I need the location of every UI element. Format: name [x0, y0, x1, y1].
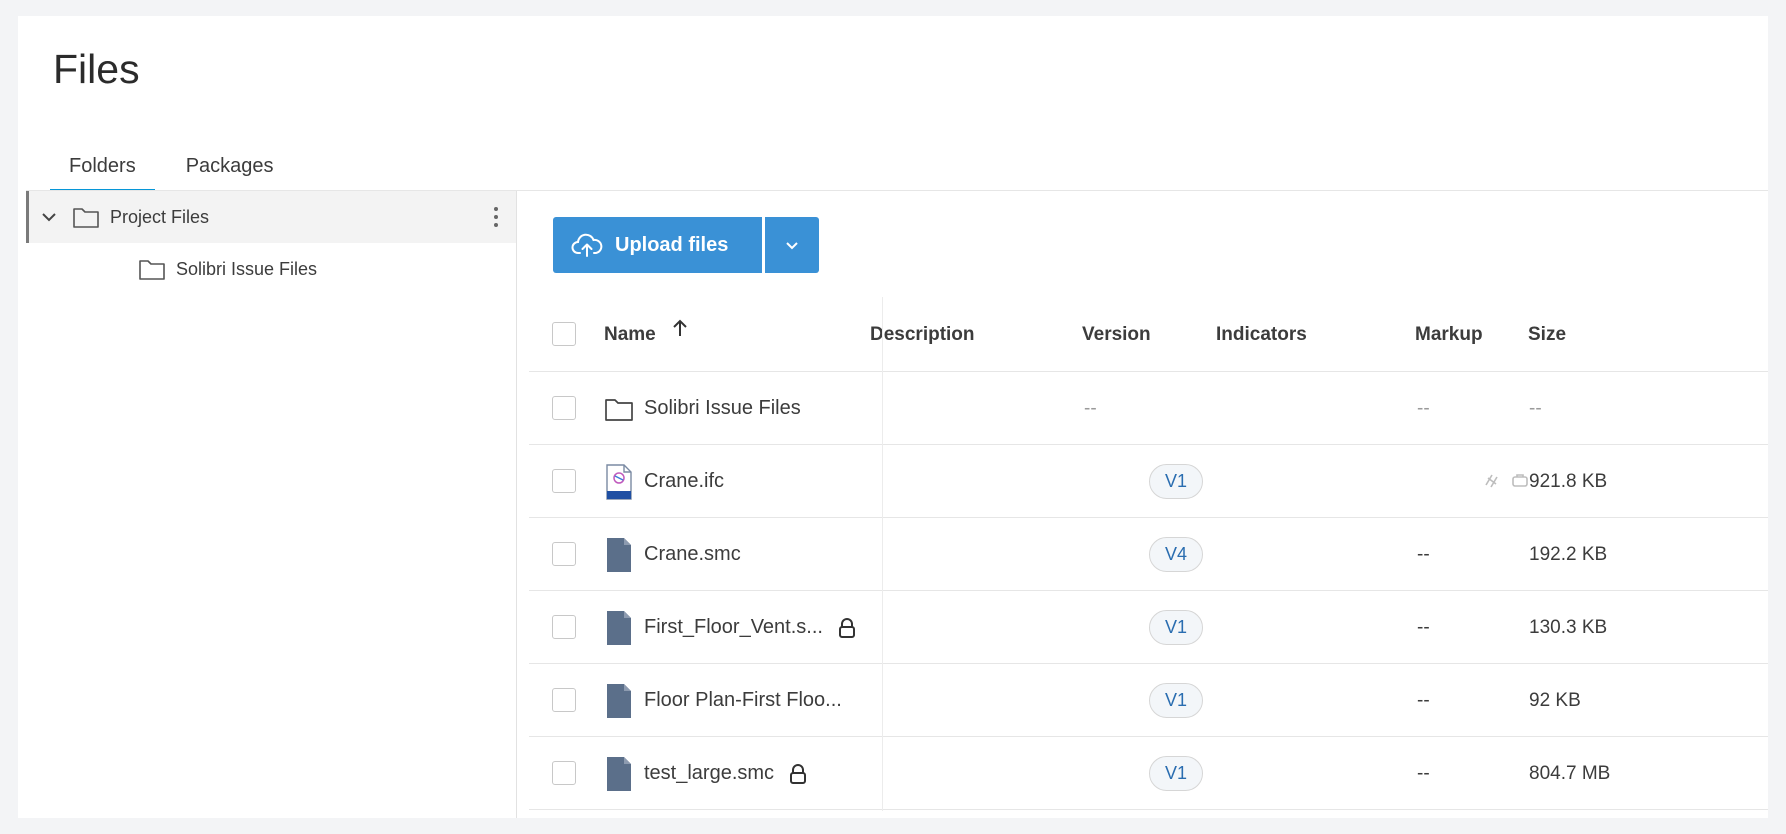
lock-icon [788, 763, 808, 785]
cloud-upload-icon [571, 232, 603, 258]
table-row[interactable]: test_large.smc V1 -- 804.7 MB [529, 737, 1768, 810]
folder-tree: Project Files Solibri Issue Files [26, 191, 516, 818]
name-cell[interactable]: Crane.ifc [604, 445, 724, 518]
tree-item-solibri-issue-files[interactable]: Solibri Issue Files [26, 243, 516, 295]
upload-options-dropdown[interactable] [765, 217, 819, 273]
name-cell[interactable]: Solibri Issue Files [604, 372, 801, 445]
tree-item-label: Project Files [110, 206, 210, 227]
row-checkbox[interactable] [552, 542, 576, 566]
size-cell: 130.3 KB [1529, 617, 1608, 638]
size-cell: 192.2 KB [1529, 544, 1608, 565]
folder-icon [604, 396, 634, 422]
version-badge[interactable]: V1 [1149, 610, 1203, 645]
markup-comment-icon[interactable] [1510, 471, 1530, 491]
row-checkbox[interactable] [552, 615, 576, 639]
more-options-icon[interactable] [490, 204, 502, 230]
file-name[interactable]: Floor Plan-First Floo... [644, 689, 842, 712]
upload-files-button[interactable]: Upload files [553, 217, 762, 273]
table-header: Name Description Version Indicators Mark… [529, 297, 1768, 372]
markup-cell: -- [1417, 690, 1430, 711]
version-badge[interactable]: V1 [1149, 756, 1203, 791]
column-resize-divider[interactable] [882, 297, 883, 811]
size-cell: 92 KB [1529, 690, 1581, 711]
size-cell: -- [1529, 398, 1542, 419]
tab-bar: Folders Packages [50, 148, 293, 192]
file-name[interactable]: test_large.smc [644, 762, 774, 785]
file-name[interactable]: Crane.ifc [644, 470, 724, 493]
table-row[interactable]: Crane.smc V4 -- 192.2 KB [529, 518, 1768, 591]
markup-link-icon[interactable] [1482, 471, 1502, 491]
tree-item-label: Solibri Issue Files [176, 258, 318, 279]
row-checkbox[interactable] [552, 688, 576, 712]
files-panel: Files Folders Packages Project Files Sol… [18, 16, 1768, 818]
file-name[interactable]: First_Floor_Vent.s... [644, 616, 823, 639]
tab-packages[interactable]: Packages [167, 148, 293, 192]
markup-icons [1482, 471, 1530, 491]
table-row[interactable]: Solibri Issue Files -- -- -- [529, 372, 1768, 445]
chevron-down-icon[interactable] [40, 208, 58, 226]
column-header-description[interactable]: Description [870, 297, 975, 372]
column-header-markup[interactable]: Markup [1415, 297, 1483, 372]
upload-files-label: Upload files [615, 233, 729, 256]
file-name[interactable]: Crane.smc [644, 543, 741, 566]
version-badge[interactable]: V4 [1149, 537, 1203, 572]
select-all-checkbox[interactable] [552, 322, 576, 346]
row-checkbox[interactable] [552, 396, 576, 420]
name-cell[interactable]: test_large.smc [604, 737, 808, 810]
name-cell[interactable]: First_Floor_Vent.s... [604, 591, 857, 664]
files-table: Name Description Version Indicators Mark… [529, 297, 1768, 810]
name-cell[interactable]: Floor Plan-First Floo... [604, 664, 842, 737]
folder-icon [138, 257, 166, 281]
markup-cell: -- [1417, 763, 1430, 784]
version-badge[interactable]: V1 [1149, 464, 1203, 499]
size-cell: 804.7 MB [1529, 763, 1611, 784]
folder-icon [72, 205, 100, 229]
tab-folders[interactable]: Folders [50, 148, 155, 192]
column-header-name[interactable]: Name [604, 297, 689, 372]
table-row[interactable]: First_Floor_Vent.s... V1 -- 130.3 KB [529, 591, 1768, 664]
version-cell: -- [1084, 398, 1097, 419]
file-icon [604, 683, 634, 719]
file-name[interactable]: Solibri Issue Files [644, 397, 801, 420]
size-cell: 921.8 KB [1529, 471, 1608, 492]
markup-cell: -- [1417, 398, 1430, 419]
lock-icon [837, 617, 857, 639]
version-badge[interactable]: V1 [1149, 683, 1203, 718]
column-header-version[interactable]: Version [1082, 297, 1151, 372]
table-row[interactable]: Crane.ifc V1 921.8 KB [529, 445, 1768, 518]
row-checkbox[interactable] [552, 469, 576, 493]
file-icon [604, 537, 634, 573]
column-header-size[interactable]: Size [1528, 297, 1566, 372]
row-checkbox[interactable] [552, 761, 576, 785]
name-cell[interactable]: Crane.smc [604, 518, 741, 591]
tree-item-project-files[interactable]: Project Files [26, 191, 516, 243]
page-title: Files [53, 46, 140, 92]
ifc-file-icon [604, 463, 634, 500]
table-row[interactable]: Floor Plan-First Floo... V1 -- 92 KB [529, 664, 1768, 737]
markup-cell: -- [1417, 544, 1430, 565]
sort-ascending-icon[interactable] [671, 295, 689, 370]
column-header-indicators[interactable]: Indicators [1216, 297, 1307, 372]
file-list-area: Upload files Name Description Version In… [517, 191, 1768, 818]
file-icon [604, 610, 634, 646]
markup-cell: -- [1417, 617, 1430, 638]
file-icon [604, 756, 634, 792]
column-header-label: Name [604, 324, 656, 345]
chevron-down-icon [783, 236, 801, 254]
